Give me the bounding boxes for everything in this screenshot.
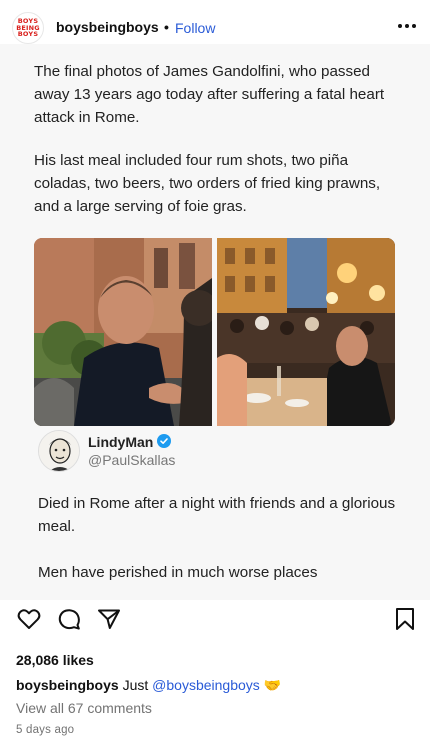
separator-dot: •	[164, 19, 169, 35]
view-comments-link[interactable]: View all 67 comments	[16, 700, 152, 716]
more-options-icon[interactable]	[396, 16, 418, 36]
follow-button[interactable]: Follow	[175, 20, 215, 36]
quote-paragraph: Died in Rome after a night with friends …	[38, 495, 396, 535]
bookmark-icon[interactable]	[392, 606, 418, 632]
tweet-photo-piazza-night	[217, 238, 395, 426]
tweet-paragraph: The final photos of James Gandolfini, wh…	[34, 63, 385, 126]
like-count[interactable]: 28,086 likes	[16, 652, 94, 668]
caption-username[interactable]: boysbeingboys	[16, 677, 119, 693]
caption-mention-link[interactable]: @boysbeingboys	[152, 677, 260, 693]
quote-paragraph: Men have perished in much worse places	[38, 564, 318, 581]
account-avatar[interactable]: BOYS BEING BOYS	[12, 12, 44, 44]
verified-badge-icon	[157, 434, 171, 448]
avatar-logo-line: BOYS	[17, 30, 39, 39]
share-icon[interactable]	[96, 606, 122, 632]
comment-icon[interactable]	[56, 606, 82, 632]
post-caption: boysbeingboys Just @boysbeingboys 🤝	[16, 677, 281, 694]
quote-author-name: LindyMan	[88, 434, 154, 450]
quote-author-avatar	[38, 430, 80, 472]
quote-author-handle: @PaulSkallas	[88, 452, 176, 468]
post-action-bar	[0, 606, 430, 638]
post-image[interactable]: The final photos of James Gandolfini, wh…	[0, 44, 430, 600]
tweet-paragraph: His last meal included four rum shots, t…	[34, 152, 381, 215]
post-timestamp: 5 days ago	[16, 724, 75, 736]
handshake-emoji: 🤝	[263, 677, 282, 693]
heart-icon[interactable]	[16, 606, 42, 632]
tweet-photo-man-at-table	[34, 238, 212, 426]
caption-text: Just	[122, 677, 149, 693]
account-username[interactable]: boysbeingboys	[56, 19, 159, 35]
